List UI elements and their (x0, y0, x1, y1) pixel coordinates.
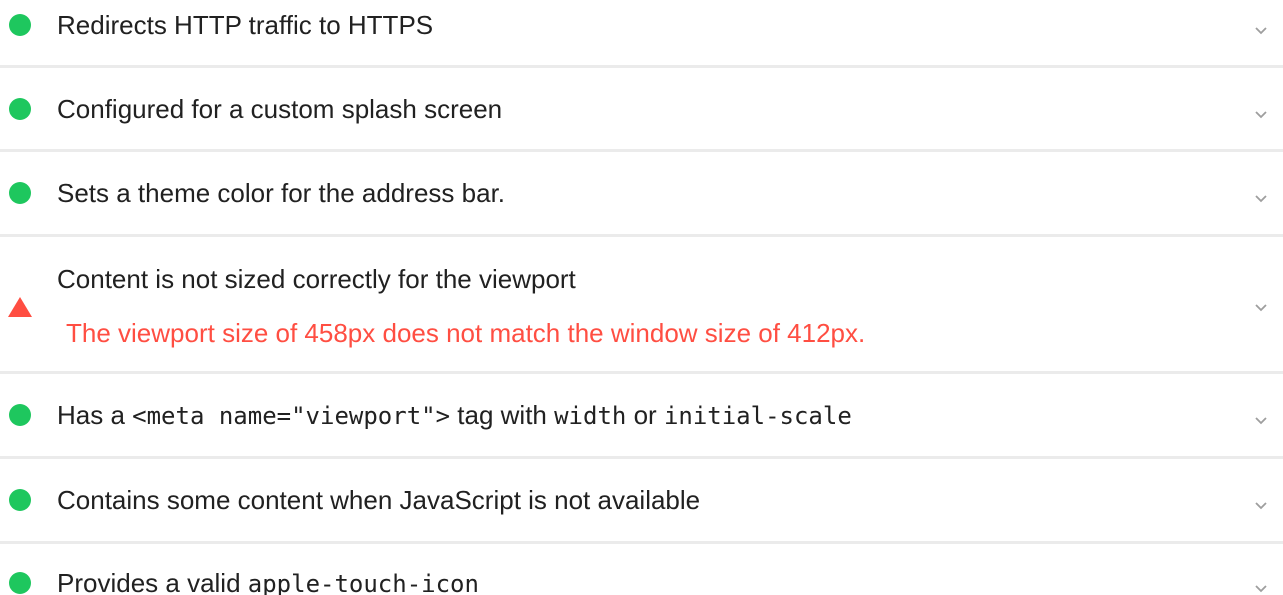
pass-status-icon (9, 404, 31, 426)
audit-item-meta-viewport[interactable]: Has a <meta name="viewport"> tag with wi… (0, 374, 1283, 459)
chevron-down-icon[interactable] (1253, 412, 1269, 428)
title-text: Has a (57, 400, 133, 430)
audit-item-content-width[interactable]: Content is not sized correctly for the v… (0, 237, 1283, 374)
fail-status-icon (8, 297, 32, 317)
audit-title: Content is not sized correctly for the v… (57, 264, 576, 294)
pass-status-icon (9, 182, 31, 204)
pass-status-icon (9, 14, 31, 36)
audit-list: Redirects HTTP traffic to HTTPS Configur… (0, 0, 1283, 595)
chevron-down-icon[interactable] (1253, 580, 1269, 595)
pass-status-icon (9, 98, 31, 120)
audit-failure-description: The viewport size of 458px does not matc… (66, 318, 866, 348)
chevron-down-icon[interactable] (1253, 497, 1269, 513)
audit-title: Provides a valid apple-touch-icon (57, 567, 479, 595)
code-width: width (554, 402, 627, 430)
chevron-down-icon[interactable] (1253, 299, 1269, 315)
chevron-down-icon[interactable] (1253, 106, 1269, 122)
audit-title: Redirects HTTP traffic to HTTPS (57, 10, 434, 40)
code-meta-viewport: <meta name="viewport"> (132, 402, 451, 430)
chevron-down-icon[interactable] (1253, 190, 1269, 206)
audit-item-https-redirect[interactable]: Redirects HTTP traffic to HTTPS (0, 0, 1283, 68)
pass-status-icon (9, 572, 31, 594)
audit-item-apple-touch-icon[interactable]: Provides a valid apple-touch-icon (0, 544, 1283, 595)
audit-title: Sets a theme color for the address bar. (57, 178, 506, 208)
audit-title: Has a <meta name="viewport"> tag with wi… (57, 399, 852, 432)
audit-title: Contains some content when JavaScript is… (57, 485, 701, 515)
code-apple-touch-icon: apple-touch-icon (247, 570, 479, 595)
chevron-down-icon[interactable] (1253, 22, 1269, 38)
audit-item-splash-screen[interactable]: Configured for a custom splash screen (0, 68, 1283, 152)
title-text: tag with (450, 400, 555, 430)
audit-item-theme-color[interactable]: Sets a theme color for the address bar. (0, 152, 1283, 237)
title-text: or (626, 400, 664, 430)
pass-status-icon (9, 489, 31, 511)
audit-item-without-javascript[interactable]: Contains some content when JavaScript is… (0, 459, 1283, 544)
code-initial-scale: initial-scale (663, 402, 852, 430)
audit-title: Configured for a custom splash screen (57, 94, 503, 124)
title-text: Provides a valid (57, 568, 248, 595)
